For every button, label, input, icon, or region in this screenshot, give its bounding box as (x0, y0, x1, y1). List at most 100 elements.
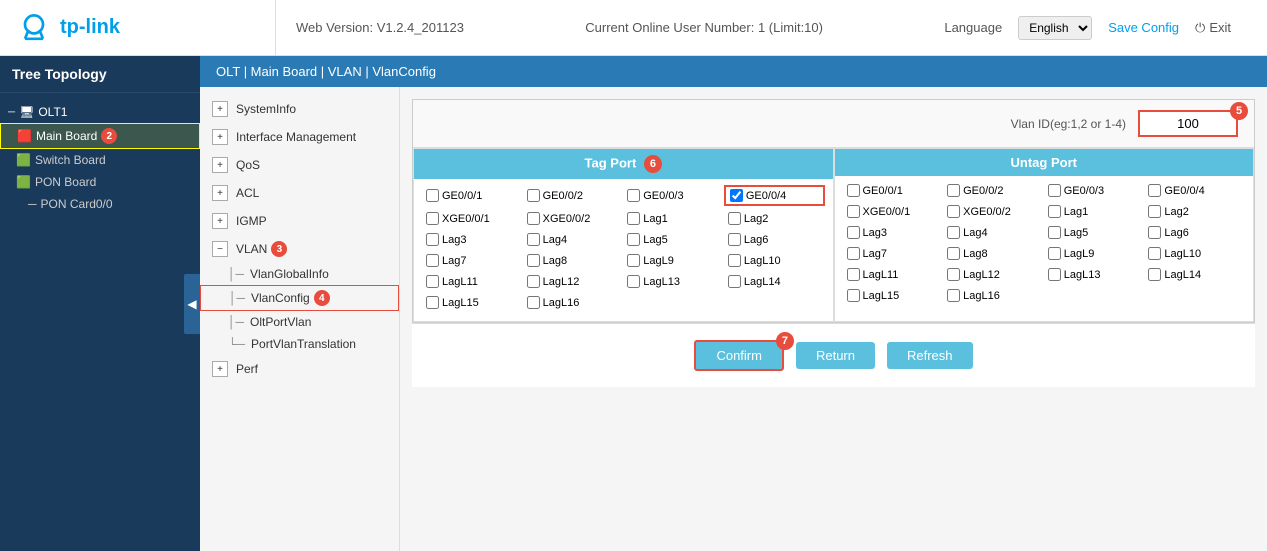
sidebar-item-pon-board[interactable]: 🟩 PON Board (0, 171, 200, 193)
tag-port-ge003-checkbox[interactable] (627, 189, 640, 202)
logo-text: tp-link (60, 16, 120, 39)
untag-port-ge002-label: GE0/0/2 (963, 185, 1003, 197)
return-button[interactable]: Return (796, 342, 875, 369)
untag-port-lag3: Lag3 (843, 224, 944, 241)
untag-port-lagl10-checkbox[interactable] (1148, 247, 1161, 260)
save-config-link[interactable]: Save Config (1108, 20, 1179, 35)
untag-port-lagl14-checkbox[interactable] (1148, 268, 1161, 281)
tag-port-lag2-checkbox[interactable] (728, 212, 741, 225)
submenu-port-vlan-translation[interactable]: └─ PortVlanTranslation (200, 333, 399, 355)
tag-port-lag3: Lag3 (422, 231, 523, 248)
vlan-config-label: VlanConfig (251, 291, 310, 305)
submenu-vlan-config-dash-icon: │─ (229, 291, 245, 305)
submenu-vlan-config[interactable]: │─ VlanConfig 4 (200, 285, 399, 311)
untag-port-xge001: XGE0/0/1 (843, 203, 944, 220)
vlan-id-label: Vlan ID(eg:1,2 or 1-4) (1011, 117, 1126, 131)
language-select[interactable]: English (1018, 16, 1092, 40)
menu-item-interface[interactable]: + Interface Management (200, 123, 399, 151)
submenu-vlan-global-info[interactable]: │─ VlanGlobalInfo (200, 263, 399, 285)
tag-port-lagl14-checkbox[interactable] (728, 275, 741, 288)
tag-port-lagl13: LagL13 (623, 273, 724, 290)
confirm-button[interactable]: Confirm (694, 340, 784, 371)
content-body: + SystemInfo + Interface Management + Qo… (200, 87, 1267, 551)
mainboard-label: Main Board (36, 129, 97, 143)
untag-port-lagl16-checkbox[interactable] (947, 289, 960, 302)
tag-port-lag7: Lag7 (422, 252, 523, 269)
refresh-button[interactable]: Refresh (887, 342, 973, 369)
tag-port-lag1-checkbox[interactable] (627, 212, 640, 225)
untag-port-lag4-checkbox[interactable] (947, 226, 960, 239)
untag-port-lag3-label: Lag3 (863, 227, 887, 239)
tag-port-lagl9-checkbox[interactable] (627, 254, 640, 267)
menu-item-igmp[interactable]: + IGMP (200, 207, 399, 235)
tag-port-xge001-checkbox[interactable] (426, 212, 439, 225)
untag-port-lag7-checkbox[interactable] (847, 247, 860, 260)
header-center: Web Version: V1.2.4_201123 Current Onlin… (276, 16, 1251, 40)
vlan-id-input[interactable] (1138, 110, 1238, 137)
sidebar-item-switch-board[interactable]: 🟩 Switch Board (0, 149, 200, 171)
poncard-label: PON Card0/0 (41, 197, 113, 211)
untag-port-lagl11-checkbox[interactable] (847, 268, 860, 281)
tag-port-lag8: Lag8 (523, 252, 624, 269)
tag-port-ge001-checkbox[interactable] (426, 189, 439, 202)
sidebar-item-olt[interactable]: ─ 🖥 OLT 1 (0, 101, 200, 123)
untag-port-ge004-checkbox[interactable] (1148, 184, 1161, 197)
perf-icon: + (212, 361, 228, 377)
menu-item-perf[interactable]: + Perf (200, 355, 399, 383)
tag-port-ge002-checkbox[interactable] (527, 189, 540, 202)
untag-port-lag2-label: Lag2 (1164, 206, 1188, 218)
untag-port-lag8-checkbox[interactable] (947, 247, 960, 260)
untag-port-lagl13: LagL13 (1044, 266, 1145, 283)
untag-port-xge002: XGE0/0/2 (943, 203, 1044, 220)
interface-label: Interface Management (236, 130, 356, 144)
tag-port-lag2: Lag2 (724, 210, 825, 227)
tag-port-lagl16-checkbox[interactable] (527, 296, 540, 309)
tag-port-ge003-label: GE0/0/3 (643, 190, 683, 202)
untag-port-lag5-checkbox[interactable] (1048, 226, 1061, 239)
tag-port-xge001-label: XGE0/0/1 (442, 213, 490, 225)
untag-port-lagl11-label: LagL11 (863, 269, 899, 281)
tag-port-lagl15-label: LagL15 (442, 297, 479, 309)
tag-port-lag6-checkbox[interactable] (728, 233, 741, 246)
tag-port-ge004-checkbox[interactable] (730, 189, 743, 202)
tag-port-lag5-checkbox[interactable] (627, 233, 640, 246)
untag-port-lag2-checkbox[interactable] (1148, 205, 1161, 218)
exit-button[interactable]: ⏻ Exit (1195, 20, 1231, 36)
tag-port-lagl11-checkbox[interactable] (426, 275, 439, 288)
untag-port-xge002-checkbox[interactable] (947, 205, 960, 218)
submenu-olt-port-vlan[interactable]: │─ OltPortVlan (200, 311, 399, 333)
tag-port-xge002-checkbox[interactable] (527, 212, 540, 225)
untag-port-lagl9-checkbox[interactable] (1048, 247, 1061, 260)
tag-port-ge001-label: GE0/0/1 (442, 190, 482, 202)
tag-port-lagl12-checkbox[interactable] (527, 275, 540, 288)
interface-icon: + (212, 129, 228, 145)
sidebar-item-main-board[interactable]: 🟥 Main Board 2 (0, 123, 200, 149)
tag-port-lagl15-checkbox[interactable] (426, 296, 439, 309)
untag-port-ge003-checkbox[interactable] (1048, 184, 1061, 197)
menu-item-systeminfo[interactable]: + SystemInfo (200, 95, 399, 123)
untag-port-lag3-checkbox[interactable] (847, 226, 860, 239)
sidebar-title: Tree Topology (0, 56, 200, 93)
untag-port-lag6-checkbox[interactable] (1148, 226, 1161, 239)
sidebar-item-pon-card[interactable]: ─ PON Card0/0 (0, 193, 200, 215)
untag-port-lag1-checkbox[interactable] (1048, 205, 1061, 218)
untag-port-lagl15-label: LagL15 (863, 290, 900, 302)
menu-item-acl[interactable]: + ACL (200, 179, 399, 207)
untag-port-ge001-checkbox[interactable] (847, 184, 860, 197)
untag-port-lagl15-checkbox[interactable] (847, 289, 860, 302)
untag-port-lagl13-checkbox[interactable] (1048, 268, 1061, 281)
untag-port-lagl12-checkbox[interactable] (947, 268, 960, 281)
sidebar-collapse-button[interactable]: ◀ (184, 274, 200, 334)
untag-port-xge001-checkbox[interactable] (847, 205, 860, 218)
untag-port-ge002-checkbox[interactable] (947, 184, 960, 197)
tag-port-lag4-checkbox[interactable] (527, 233, 540, 246)
tag-port-lagl10-checkbox[interactable] (728, 254, 741, 267)
tag-port-lag8-checkbox[interactable] (527, 254, 540, 267)
olt-badge: 1 (61, 105, 68, 119)
untag-port-lag1: Lag1 (1044, 203, 1145, 220)
tag-port-lagl13-checkbox[interactable] (627, 275, 640, 288)
tag-port-lag3-checkbox[interactable] (426, 233, 439, 246)
menu-item-qos[interactable]: + QoS (200, 151, 399, 179)
menu-item-vlan[interactable]: − VLAN 3 (200, 235, 399, 263)
tag-port-lag7-checkbox[interactable] (426, 254, 439, 267)
